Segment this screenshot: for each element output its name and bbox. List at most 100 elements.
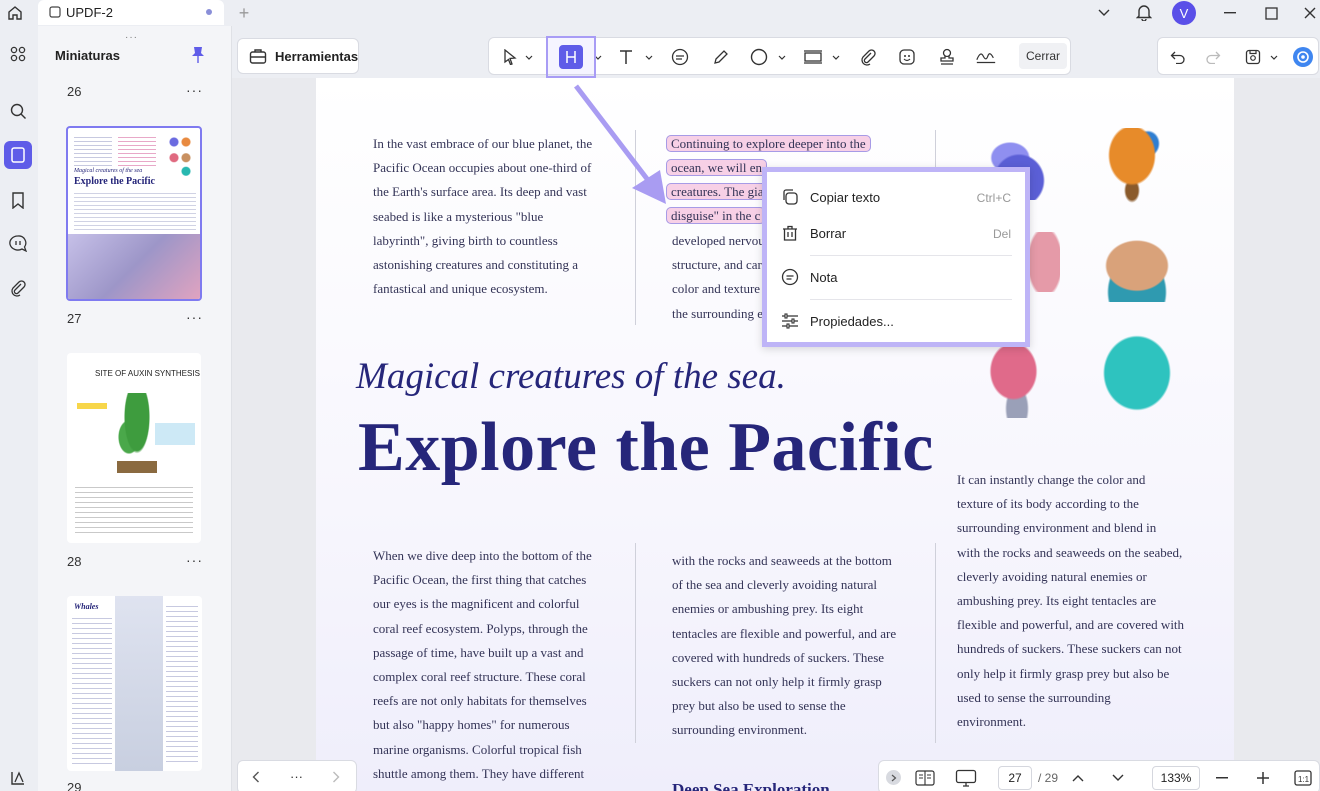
current-page-input[interactable]: 27 — [998, 766, 1032, 790]
tools-button[interactable]: Herramientas — [237, 38, 359, 74]
shape-circle-icon[interactable] — [748, 47, 770, 67]
chevron-right-icon[interactable] — [328, 769, 344, 785]
sticker-icon[interactable] — [896, 47, 918, 67]
fit-page-icon[interactable]: 1:1 — [1293, 768, 1313, 788]
paragraph-col3-mid[interactable]: It can instantly change the color and te… — [957, 468, 1202, 734]
text-line: When we dive deep into the bottom of the — [373, 548, 592, 563]
section-heading[interactable]: Deep Sea Exploration — [672, 780, 830, 791]
search-icon[interactable] — [4, 97, 32, 125]
document-tab[interactable]: UPDF-2 — [38, 0, 224, 25]
column-divider — [935, 543, 936, 743]
layers-icon[interactable] — [4, 764, 32, 791]
thumbnail-page-29[interactable]: Whales — [67, 596, 202, 771]
menu-item-delete[interactable]: Borrar Del — [767, 216, 1025, 252]
text-line: surrounding environment. — [672, 722, 808, 738]
highlight-tool-button[interactable] — [546, 36, 596, 78]
toolbox-icon — [249, 48, 267, 65]
highlight-line: disguise" in the c — [666, 207, 766, 224]
save-icon[interactable] — [1242, 47, 1264, 67]
thumb-heading: SITE OF AUXIN SYNTHESIS — [95, 369, 200, 378]
panel-drag-handle[interactable]: ··· — [125, 32, 138, 43]
paperclip-icon[interactable] — [857, 47, 879, 67]
thumb-more-button[interactable]: ··· — [186, 552, 203, 568]
column-divider — [635, 543, 636, 743]
comment-icon[interactable] — [669, 47, 691, 67]
zoom-out-icon[interactable] — [1213, 769, 1231, 787]
paragraph-col2-bottom[interactable]: with the rocks and seaweeds at the botto… — [672, 549, 922, 743]
thumb-subtitle: Magical creatures of the sea — [74, 168, 143, 174]
measure-icon[interactable] — [802, 47, 824, 67]
maximize-icon[interactable] — [1261, 3, 1281, 23]
thumb-text-lines — [166, 602, 198, 762]
zoom-level[interactable]: 133% — [1152, 766, 1200, 790]
thumb-page-number: 27 — [67, 311, 82, 326]
coral-image — [1092, 128, 1172, 206]
menu-item-copy-text[interactable]: Copiar texto Ctrl+C — [767, 180, 1025, 216]
history-toolbar — [1157, 37, 1319, 75]
page-subtitle[interactable]: Magical creatures of the sea. — [356, 355, 786, 398]
reading-mode-icon[interactable] — [914, 768, 936, 788]
stamp-icon[interactable] — [936, 47, 958, 67]
pages-icon[interactable] — [4, 141, 32, 169]
chevron-down-icon[interactable] — [523, 47, 535, 67]
thumb-text-lines — [74, 190, 196, 230]
chevron-down-icon[interactable] — [1094, 3, 1114, 23]
text-line: developed nervou — [672, 233, 765, 248]
menu-separator — [810, 255, 1012, 256]
bookmark-icon[interactable] — [4, 186, 32, 214]
select-arrow-icon[interactable] — [499, 47, 521, 67]
bell-icon[interactable] — [1133, 1, 1155, 23]
text-line: environment. — [957, 714, 1026, 730]
collapse-arrow-icon[interactable] — [886, 770, 901, 785]
page-up-icon[interactable] — [1069, 769, 1087, 787]
paragraph-col1-bottom[interactable]: When we dive deep into the bottom of the… — [373, 544, 623, 786]
thumbnail-page-28[interactable]: SITE OF AUXIN SYNTHESIS — [67, 353, 201, 543]
home-icon[interactable] — [5, 3, 25, 23]
presentation-icon[interactable] — [954, 768, 978, 788]
annotation-arrow — [574, 84, 666, 204]
text-line: reefs are not only habitats for themselv… — [373, 693, 587, 709]
new-tab-icon[interactable]: + — [234, 3, 254, 23]
menu-item-properties[interactable]: Propiedades... — [767, 304, 1025, 340]
text-line: structure, and car — [672, 257, 762, 273]
thumb-heading: Whales — [74, 602, 99, 611]
zoom-in-icon[interactable] — [1254, 769, 1272, 787]
pencil-icon[interactable] — [709, 47, 731, 67]
menu-item-note[interactable]: Nota — [767, 260, 1025, 296]
thumb-page-number: 26 — [67, 84, 82, 99]
redo-icon[interactable] — [1202, 47, 1224, 67]
thumb-more-button[interactable]: ··· — [186, 309, 203, 325]
text-tool-icon[interactable] — [615, 47, 637, 67]
undo-icon[interactable] — [1167, 47, 1189, 67]
thumbnail-nav-bar: ··· — [237, 760, 357, 791]
comments-icon[interactable] — [4, 229, 32, 257]
thumb-more-button[interactable]: ··· — [186, 82, 203, 98]
text-line: covered with hundreds of suckers. These — [672, 649, 885, 665]
attachment-icon[interactable] — [4, 274, 32, 302]
pin-icon[interactable] — [189, 45, 207, 65]
paragraph-col2-top[interactable]: developed nervou structure, and car colo… — [672, 229, 772, 326]
thumbnail-page-27[interactable]: Magical creatures of the sea Explore the… — [66, 126, 202, 301]
chevron-down-icon[interactable] — [830, 47, 842, 67]
page-down-icon[interactable] — [1109, 769, 1127, 787]
chevron-left-icon[interactable] — [248, 769, 264, 785]
thumbnails-grid-icon[interactable] — [4, 40, 32, 68]
status-bar: / 29 1:1 — [878, 760, 1320, 791]
more-button[interactable]: ··· — [290, 769, 303, 784]
avatar[interactable]: V — [1172, 1, 1196, 25]
menu-item-label: Propiedades... — [810, 314, 894, 329]
close-tools-button[interactable]: Cerrar — [1019, 43, 1067, 69]
text-line: passage of time, have built up a vast an… — [373, 644, 584, 660]
page-title[interactable]: Explore the Pacific — [358, 408, 934, 488]
text-line: It can instantly change the color and — [957, 472, 1146, 487]
text-line: but also "happy homes" for numerous — [373, 717, 570, 733]
close-window-icon[interactable] — [1300, 3, 1320, 23]
highlight-line: ocean, we will en — [666, 159, 767, 176]
chevron-down-icon[interactable] — [1268, 47, 1280, 67]
chevron-down-icon[interactable] — [776, 47, 788, 67]
thumb-text-lines — [118, 134, 156, 168]
signature-icon[interactable] — [975, 47, 997, 67]
minimize-icon[interactable] — [1220, 3, 1240, 23]
chevron-down-icon[interactable] — [643, 47, 655, 67]
ai-assistant-icon[interactable] — [1291, 45, 1315, 69]
